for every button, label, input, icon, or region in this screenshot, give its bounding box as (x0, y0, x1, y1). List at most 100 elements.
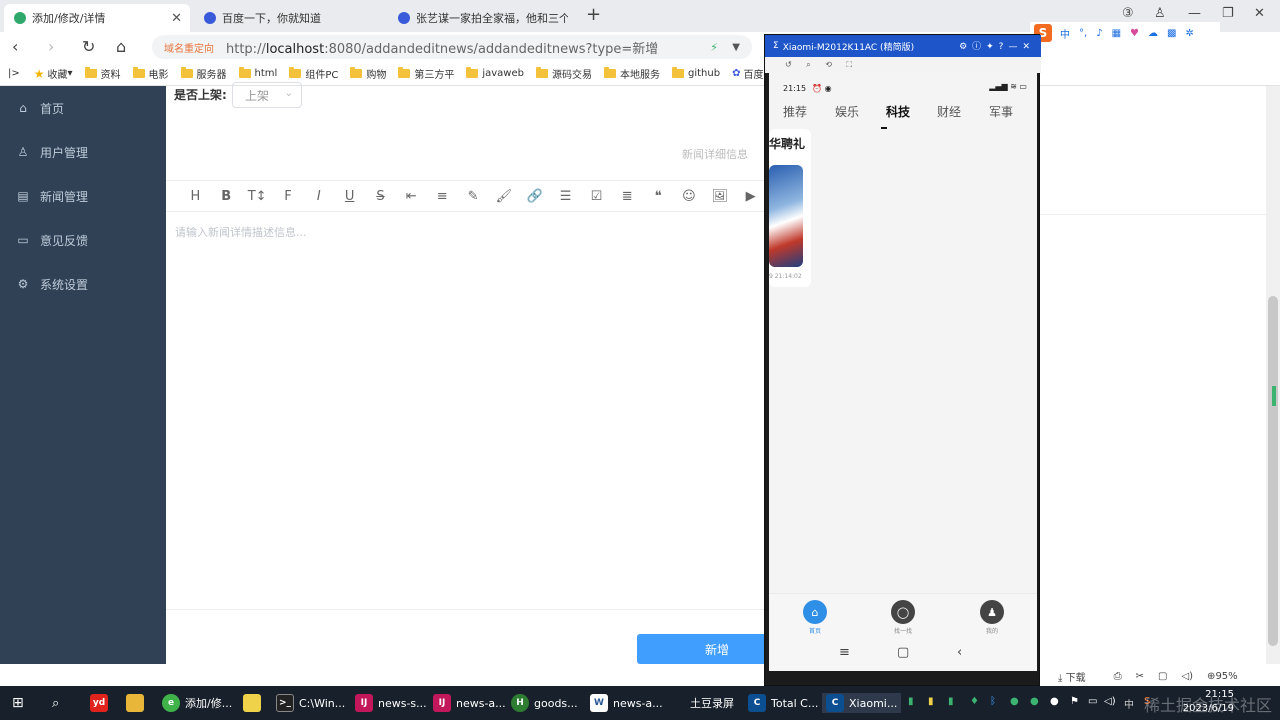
bookmark-folder[interactable]: 本地服务 (603, 66, 660, 81)
sidebar-item-home[interactable]: ⌂ 首页 (0, 88, 166, 128)
sidebar-item-news[interactable]: ▤ 新闻管理 (0, 176, 166, 216)
skin-icon[interactable]: ♥ (1130, 28, 1139, 39)
tray-app-icon[interactable]: ● (1050, 696, 1059, 707)
phone-toolbar[interactable]: ↺ ⌕ ⟲ ⛶ (765, 57, 1041, 73)
forward-icon[interactable]: › (48, 37, 54, 56)
apps-icon[interactable]: ▩ (1167, 28, 1176, 39)
taskbar-item-idea-2[interactable]: IJ news-a... (433, 693, 506, 713)
underline-icon[interactable]: U (334, 189, 365, 204)
taskbar-item-word[interactable]: Wnews-a... (590, 693, 663, 713)
minimize-icon[interactable]: — (1188, 6, 1201, 21)
sidebar-item-feedback[interactable]: ▭ 意见反馈 (0, 220, 166, 260)
home-icon[interactable]: ⌂ (116, 37, 126, 56)
bookmark-folder[interactable]: 组件PC (289, 66, 338, 81)
tray-wechat-icon[interactable]: ▮ (948, 696, 954, 707)
menu-icon[interactable]: ≡ (839, 645, 850, 660)
taskbar-item-total-commander[interactable]: C Total C... (748, 693, 818, 713)
sidebar-toggle-icon[interactable]: |> (8, 68, 20, 79)
tray-app-icon[interactable]: ● (1010, 696, 1019, 707)
font-size-icon[interactable]: T↕ (242, 189, 273, 204)
todo-icon[interactable]: ☑ (581, 189, 612, 204)
bookmark-folder[interactable]: javaweb (466, 67, 524, 79)
network-icon[interactable]: ▭ (1088, 696, 1097, 707)
bookmark-folder[interactable]: 电影 (132, 66, 169, 81)
window-close-icon[interactable]: ✕ (1254, 6, 1265, 21)
tab-entertainment[interactable]: 娱乐 (835, 103, 859, 120)
heading-icon[interactable]: H (180, 189, 211, 204)
tab-count-icon[interactable]: ③ (1122, 6, 1134, 21)
chevron-down-icon[interactable]: ▼ (732, 42, 740, 53)
punctuation-icon[interactable]: °, (1079, 28, 1087, 39)
keyboard-icon[interactable]: ▦ (1112, 28, 1121, 39)
ime-tray-icon[interactable]: 中 (1124, 696, 1134, 711)
microphone-icon[interactable]: ♪ (1096, 28, 1102, 39)
lightning-icon[interactable]: ⚡ (710, 41, 718, 54)
back-icon[interactable]: ‹ (12, 37, 18, 56)
list-icon[interactable]: ☰ (550, 189, 581, 204)
bookmark-favorites[interactable]: ★ 收藏 ▾ (34, 66, 73, 82)
bookmark-folder[interactable]: html (238, 67, 277, 79)
sidebar-item-users[interactable]: ♙ 用户管理 (0, 132, 166, 172)
taskbar-item-browser[interactable]: e 添加/修... (162, 693, 232, 713)
skin-icon[interactable]: ♙ (1154, 6, 1166, 21)
news-card[interactable]: 华聘礼 9 21:14:02 (769, 129, 811, 287)
volume-icon[interactable]: ◁) (1104, 696, 1116, 707)
editor-placeholder[interactable]: 请输入新闻详情描述信息... (175, 224, 307, 240)
restore-icon[interactable]: ❐ (1222, 6, 1234, 21)
home-button-icon[interactable]: ▢ (897, 645, 909, 660)
nav-profile[interactable]: ♟ 我的 (972, 600, 1012, 635)
line-height-icon[interactable]: ≡ (427, 189, 458, 204)
notes-app[interactable] (243, 693, 266, 713)
tab-recommend[interactable]: 推荐 (783, 103, 807, 120)
settings-icon[interactable]: ✲ (1185, 28, 1193, 39)
taskbar-item-cmd[interactable]: >_ C:\Win... (276, 693, 345, 713)
taskbar-item-hbuilder[interactable]: Hgoods... (511, 693, 578, 713)
new-tab-button[interactable]: + (586, 4, 601, 25)
tray-android-icon[interactable]: ♦ (970, 696, 979, 707)
background-color-icon[interactable]: 🖌 (488, 189, 519, 204)
taskbar-item-recorder[interactable]: 土豆录屏 (690, 693, 734, 713)
bookmark-folder[interactable]: 购物 (350, 66, 386, 81)
nav-search[interactable]: ◯ 找一找 (883, 600, 923, 635)
windows-start-icon[interactable]: ⊞ (12, 693, 24, 713)
url-field[interactable]: 域名重定向 http://localhost:8080/addandeditne… (152, 35, 752, 59)
emoji-icon[interactable]: ☺ (674, 189, 705, 204)
indent-icon[interactable]: ⇤ (396, 189, 427, 204)
tray-folder-icon[interactable]: ▮ (928, 696, 934, 707)
search-icon[interactable]: ⌕ (52, 693, 59, 713)
clip-icon[interactable]: ✂ (1136, 671, 1144, 682)
bluetooth-icon[interactable]: ᛒ (990, 696, 996, 707)
phone-window-controls[interactable]: ⚙ⓘ✦?—✕ (959, 39, 1035, 52)
youdao-app[interactable]: yd (90, 693, 113, 713)
tray-app-icon[interactable]: ⚑ (1070, 696, 1079, 707)
tray-battery-icon[interactable]: ▮ (908, 696, 914, 707)
bold-icon[interactable]: B (211, 189, 242, 204)
bookmark-folder[interactable]: 服务器 (180, 66, 227, 81)
reload-icon[interactable]: ↻ (82, 37, 95, 56)
video-icon[interactable]: ▶ (735, 189, 766, 204)
zoom-level[interactable]: ⊕95% (1207, 671, 1252, 682)
window-icon[interactable]: ▢ (1158, 671, 1167, 682)
link-icon[interactable]: 🔗 (519, 189, 550, 204)
sidebar-item-settings[interactable]: ⚙ 系统设置 (0, 264, 166, 304)
tab-news[interactable]: 张艺谋一家拍全家福，他和三个 (388, 4, 578, 32)
tab-tech[interactable]: 科技 (886, 103, 910, 120)
back-icon[interactable]: ‹ (957, 645, 962, 660)
tray-app-icon[interactable]: ● (1030, 696, 1039, 707)
taskbar-item-idea-1[interactable]: IJ news-s... (355, 693, 427, 713)
file-explorer-app[interactable] (126, 693, 149, 713)
tab-finance[interactable]: 财经 (937, 103, 961, 120)
speaker-icon[interactable]: ◁) (1181, 671, 1193, 682)
font-color-icon[interactable]: ✎ (458, 189, 489, 204)
bookmark-folder[interactable]: 源码交易 (535, 66, 592, 81)
taskbar-item-xiaomi[interactable]: C Xiaomi... (822, 693, 902, 713)
strikethrough-icon[interactable]: S (365, 189, 396, 204)
bookmark-folder[interactable]: 资料 (84, 66, 121, 81)
tab-military[interactable]: 军事 (989, 103, 1013, 120)
ime-mode[interactable]: 中 (1060, 26, 1070, 41)
nav-home[interactable]: ⌂ 首页 (795, 600, 835, 635)
bookmark-folder[interactable]: github (671, 67, 720, 79)
status-select[interactable]: 上架 ⌄ (232, 82, 302, 108)
tab-add-edit[interactable]: 添加/修改/详情 ✕ (4, 4, 190, 32)
printer-icon[interactable]: ⎙ (1114, 671, 1122, 682)
